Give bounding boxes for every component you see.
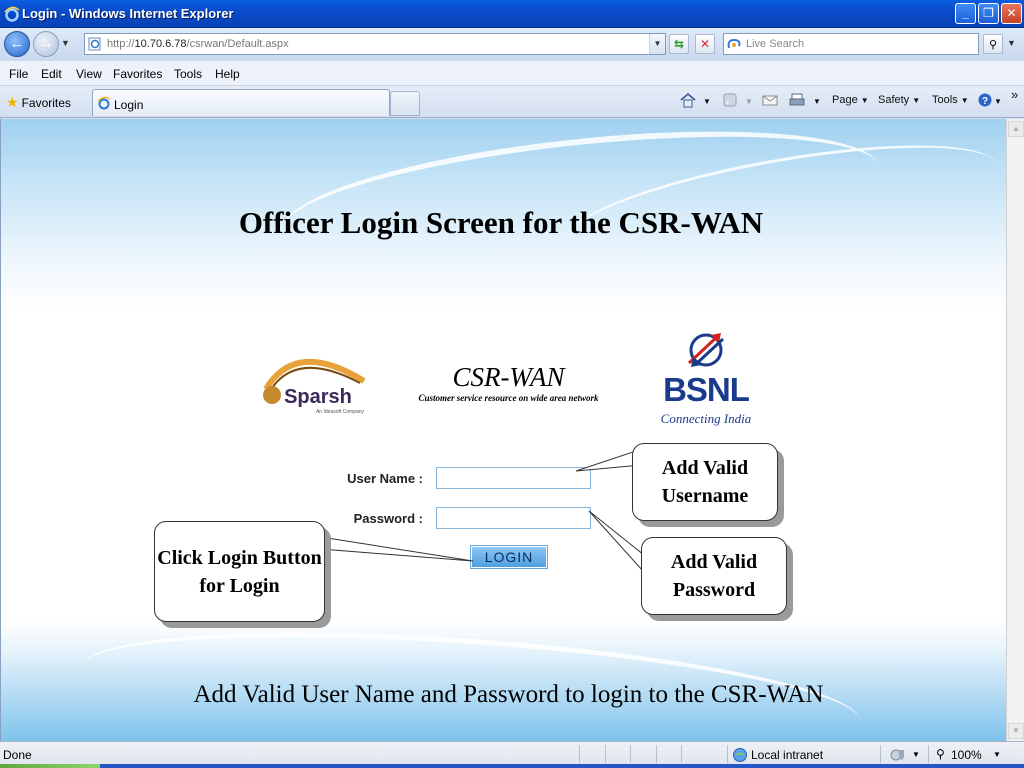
callout-login: Click Login Button for Login: [154, 521, 325, 622]
page-icon: [88, 37, 101, 51]
callout-username: Add Valid Username: [632, 443, 778, 521]
menu-edit[interactable]: Edit: [41, 67, 62, 81]
status-divider: [880, 745, 881, 763]
search-placeholder: Live Search: [746, 38, 805, 50]
close-button[interactable]: ✕: [1001, 3, 1022, 24]
zoom-magnifier-icon: ⚲: [936, 747, 945, 761]
ie-page-icon: [97, 96, 111, 110]
callout-pointers: [320, 449, 650, 572]
home-dropdown-icon[interactable]: ▼: [703, 97, 711, 106]
favorites-button[interactable]: ★ Favorites: [6, 94, 71, 111]
security-zone[interactable]: Local intranet: [751, 748, 823, 762]
status-divider: [605, 745, 606, 763]
status-divider: [579, 745, 580, 763]
taskbar-start-strip: [0, 764, 100, 768]
url-host: 10.70.6.78: [134, 38, 187, 50]
svg-text:?: ?: [982, 96, 988, 107]
scroll-down-icon[interactable]: ▼: [1008, 723, 1024, 739]
tools-menu[interactable]: Tools ▼: [932, 94, 969, 106]
tools-dropdown-icon: ▼: [960, 96, 969, 105]
address-toolbar: ← → ▼ http://10.70.6.78/csrwan/Default.a…: [0, 28, 1024, 61]
window-title: Login - Windows Internet Explorer: [22, 6, 234, 21]
page-menu[interactable]: Page ▼: [832, 94, 869, 106]
restore-button[interactable]: ❐: [978, 3, 999, 24]
status-divider: [656, 745, 657, 763]
protected-mode-icon[interactable]: [890, 748, 906, 762]
vertical-scrollbar[interactable]: ▲ ▼: [1006, 119, 1024, 741]
safety-dropdown-icon: ▼: [912, 96, 921, 105]
refresh-icon: ⇆: [673, 37, 685, 51]
zoom-level[interactable]: 100%: [951, 748, 982, 762]
search-options-dropdown-icon[interactable]: ▼: [1007, 38, 1016, 48]
refresh-button[interactable]: ⇆: [669, 34, 689, 54]
magnifier-icon: ⚲: [988, 39, 998, 51]
back-button[interactable]: ←: [4, 31, 30, 57]
protected-mode-dropdown-icon[interactable]: ▼: [912, 750, 920, 759]
callout-password: Add Valid Password: [641, 537, 787, 615]
menu-tools[interactable]: Tools: [174, 67, 202, 81]
help-dropdown-icon[interactable]: ▼: [994, 97, 1002, 106]
recent-pages-dropdown-icon[interactable]: ▼: [61, 38, 70, 48]
new-tab-button[interactable]: [390, 91, 420, 116]
print-icon[interactable]: [788, 92, 806, 108]
address-bar[interactable]: http://10.70.6.78/csrwan/Default.aspx ▼: [84, 33, 666, 55]
scroll-up-icon[interactable]: ▲: [1008, 121, 1024, 137]
forward-arrow-icon: →: [38, 35, 54, 52]
feeds-icon[interactable]: [721, 92, 739, 108]
star-icon: ★: [6, 94, 19, 110]
minimize-button[interactable]: _: [955, 3, 976, 24]
page-menu-label: Page: [832, 94, 858, 106]
menu-bar: File Edit View Favorites Tools Help: [0, 61, 1024, 86]
tools-menu-label: Tools: [932, 94, 958, 106]
stop-button[interactable]: ✕: [695, 34, 715, 54]
menu-help[interactable]: Help: [215, 67, 240, 81]
url-scheme: http://: [107, 38, 135, 50]
print-dropdown-icon[interactable]: ▼: [813, 97, 821, 106]
safety-menu[interactable]: Safety ▼: [878, 94, 920, 106]
forward-button[interactable]: →: [33, 31, 59, 57]
taskbar-strip: [100, 764, 1024, 768]
chevron-more-icon[interactable]: »: [1011, 87, 1018, 102]
internet-explorer-icon: [4, 6, 20, 22]
page-content: Officer Login Screen for the CSR-WAN Spa…: [0, 119, 1006, 741]
page-dropdown-icon: ▼: [860, 96, 869, 105]
back-arrow-icon: ←: [9, 35, 25, 52]
stop-icon: ✕: [699, 37, 711, 51]
mail-icon[interactable]: [761, 92, 779, 108]
status-text: Done: [3, 748, 32, 762]
feeds-dropdown-icon[interactable]: ▼: [745, 97, 753, 106]
menu-favorites[interactable]: Favorites: [113, 67, 162, 81]
status-divider: [681, 745, 682, 763]
status-divider: [630, 745, 631, 763]
url-text[interactable]: http://10.70.6.78/csrwan/Default.aspx: [107, 38, 289, 50]
favorites-label: Favorites: [21, 96, 71, 110]
address-dropdown-icon[interactable]: ▼: [649, 34, 665, 54]
favorites-bar: ★ Favorites Login ▼ ▼ ▼ Page ▼ Safety ▼ T…: [0, 86, 1024, 118]
zoom-dropdown-icon[interactable]: ▼: [993, 750, 1001, 759]
menu-view[interactable]: View: [76, 67, 102, 81]
tab-login[interactable]: Login: [92, 89, 390, 116]
instruction-text: Add Valid User Name and Password to logi…: [193, 681, 824, 708]
window-title-bar[interactable]: Login - Windows Internet Explorer _ ❐ ✕: [0, 0, 1024, 28]
safety-menu-label: Safety: [878, 94, 910, 106]
search-button[interactable]: ⚲: [983, 34, 1003, 54]
status-divider: [727, 745, 728, 763]
menu-file[interactable]: File: [9, 67, 28, 81]
tab-title: Login: [114, 98, 144, 112]
live-search-logo-icon: [727, 38, 741, 49]
status-divider: [928, 745, 929, 763]
help-icon[interactable]: ?: [976, 92, 994, 108]
search-box[interactable]: Live Search: [723, 33, 979, 55]
url-path: /csrwan/Default.aspx: [186, 38, 289, 50]
local-intranet-icon: [733, 748, 747, 762]
home-icon[interactable]: [679, 92, 697, 108]
